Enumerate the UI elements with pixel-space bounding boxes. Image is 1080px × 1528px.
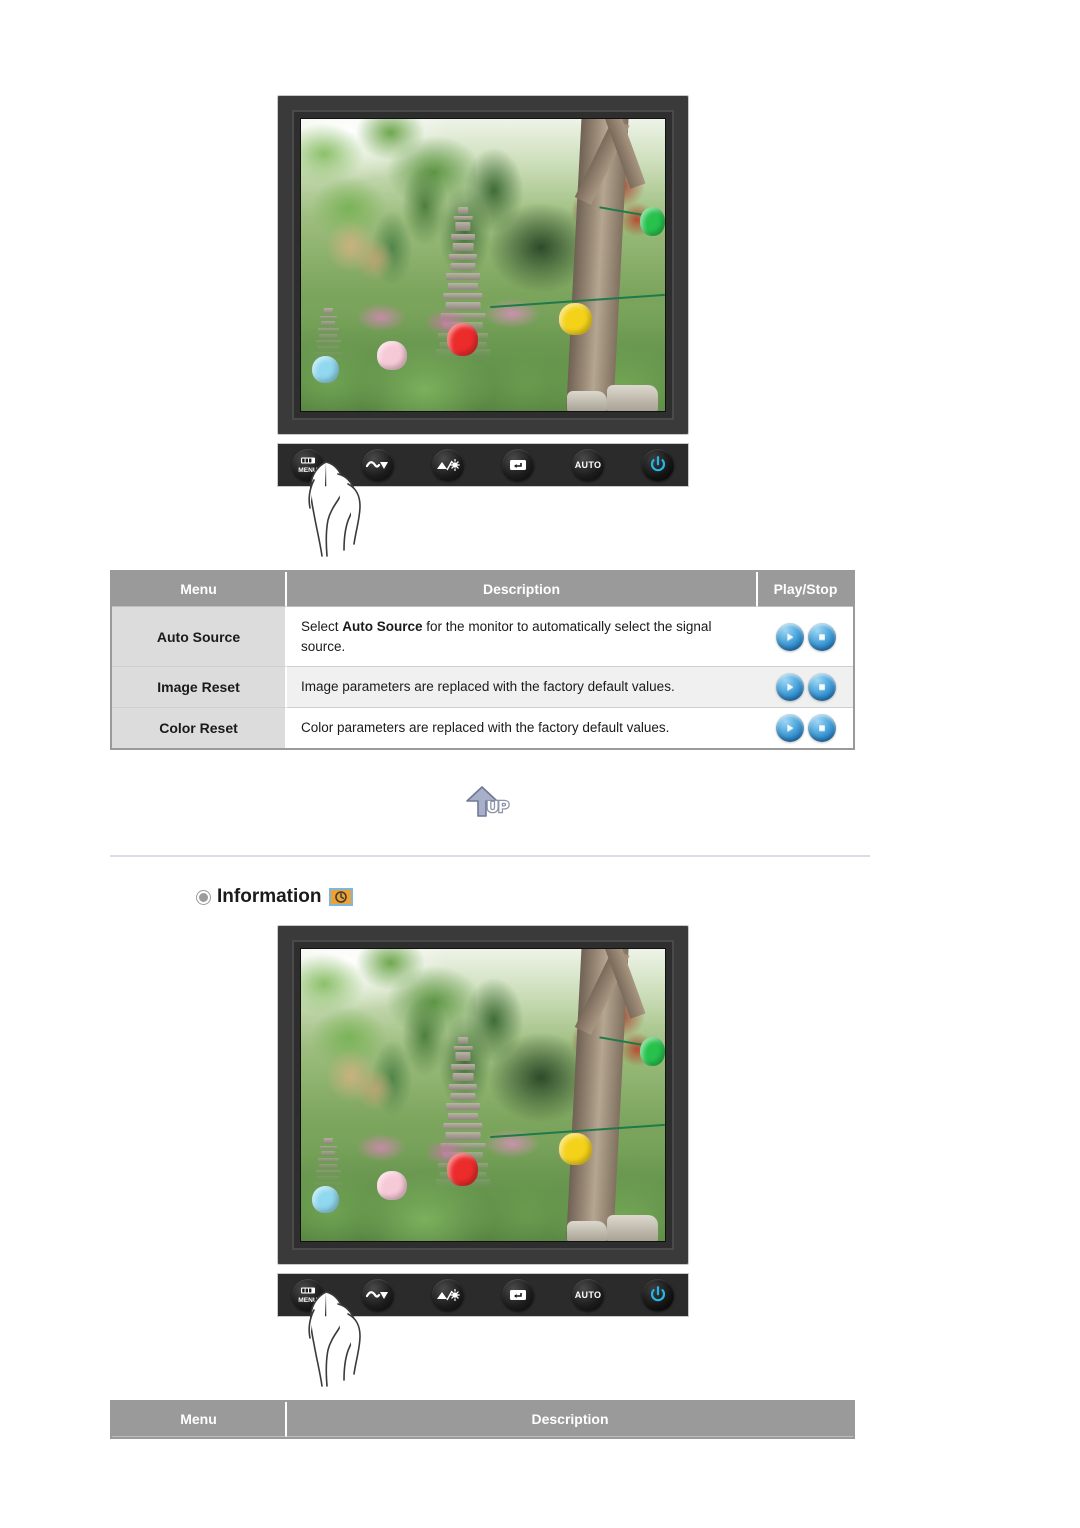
up-arrow-icon: UP <box>466 786 511 817</box>
play-button[interactable] <box>775 714 804 743</box>
power-icon <box>650 1286 666 1302</box>
enter-button[interactable] <box>502 1279 534 1311</box>
down-arrow-button[interactable] <box>362 1279 394 1311</box>
lantern-green <box>639 1036 665 1066</box>
stop-icon <box>818 684 825 690</box>
reset-functions-table: Menu Description Play/Stop Auto Source S… <box>110 570 855 751</box>
svg-text:MENU: MENU <box>298 1297 318 1304</box>
play-icon <box>786 683 793 691</box>
table-row: Color Reset Color parameters are replace… <box>112 708 853 749</box>
back-to-top-button[interactable]: UP <box>460 782 516 823</box>
col-header-playstop: Play/Stop <box>758 572 853 607</box>
table-row: Auto Source Select Auto Source for the m… <box>112 607 853 668</box>
monitor-control-bar-bottom: MENU AUTO <box>277 1273 689 1387</box>
monitor-control-bar-top: MENU AUTO <box>277 443 689 557</box>
brightness-button[interactable] <box>432 1279 464 1311</box>
power-icon <box>650 456 666 472</box>
play-button[interactable] <box>775 622 804 651</box>
lantern-red <box>446 1153 478 1186</box>
monitor-illustration-bottom: MENU AUTO <box>277 925 689 1387</box>
enter-icon <box>510 1290 526 1300</box>
lantern-yellow <box>559 302 593 336</box>
lantern-pink <box>377 1170 407 1201</box>
description-color-reset: Color parameters are replaced with the f… <box>287 708 758 749</box>
stop-button[interactable] <box>807 673 836 702</box>
menu-label-auto-source: Auto Source <box>112 607 287 668</box>
enter-button[interactable] <box>502 449 534 481</box>
menu-button[interactable]: MENU <box>292 449 324 481</box>
section-divider <box>110 855 870 857</box>
lantern-yellow <box>559 1132 593 1166</box>
auto-button-label: AUTO <box>574 1290 602 1300</box>
brightness-button[interactable] <box>432 449 464 481</box>
menu-button[interactable]: MENU <box>292 1279 324 1311</box>
lantern-green <box>639 206 665 236</box>
lantern-blue <box>311 1185 340 1214</box>
menu-label-color-reset: Color Reset <box>112 708 287 749</box>
monitor-illustration-top: MENU AUTO <box>277 95 689 557</box>
auto-button[interactable]: AUTO <box>572 1279 604 1311</box>
garden-photo <box>301 119 665 411</box>
stop-icon <box>818 633 825 640</box>
down-arrow-icon <box>366 1291 388 1299</box>
play-icon <box>786 724 793 732</box>
table-header-row: Menu Description Play/Stop <box>112 572 853 607</box>
power-button[interactable] <box>642 449 674 481</box>
lantern-blue <box>311 355 340 384</box>
desc-emphasis: Auto Source <box>342 619 423 634</box>
section-title: Information <box>217 886 322 907</box>
playstop-image-reset <box>758 667 853 709</box>
section-heading-information: Information <box>197 886 353 908</box>
garden-photo <box>301 949 665 1241</box>
lantern-red <box>446 323 478 356</box>
menu-label-image-reset: Image Reset <box>112 667 287 709</box>
brightness-icon <box>437 1288 460 1302</box>
col-header-menu: Menu <box>112 1402 287 1437</box>
monitor-bezel <box>277 95 689 435</box>
lantern-pink <box>377 340 407 371</box>
power-button[interactable] <box>642 1279 674 1311</box>
table-row: Image Reset Image parameters are replace… <box>112 667 853 709</box>
play-button[interactable] <box>775 673 804 702</box>
monitor-screen-photo <box>300 118 666 412</box>
auto-button-label: AUTO <box>574 460 602 470</box>
description-image-reset: Image parameters are replaced with the f… <box>287 667 758 709</box>
brightness-icon <box>437 458 460 472</box>
col-header-menu: Menu <box>112 572 287 607</box>
description-auto-source: Select Auto Source for the monitor to au… <box>287 607 758 668</box>
manual-page: MENU AUTO Menu Description Play/Stop Aut… <box>0 0 1080 1528</box>
playstop-auto-source <box>758 607 853 668</box>
svg-text:MENU: MENU <box>298 467 318 474</box>
stop-icon <box>818 725 825 731</box>
stop-button[interactable] <box>807 622 836 651</box>
playstop-color-reset <box>758 708 853 749</box>
down-arrow-button[interactable] <box>362 449 394 481</box>
monitor-bezel <box>277 925 689 1265</box>
stop-button[interactable] <box>807 714 836 743</box>
monitor-screen-frame <box>292 940 674 1250</box>
table-header-row: Menu Description <box>112 1402 853 1437</box>
enter-icon <box>510 460 526 470</box>
desc-pre: Select <box>301 619 343 634</box>
menu-icon: MENU <box>298 1287 318 1304</box>
col-header-description: Description <box>287 1402 853 1437</box>
col-header-description: Description <box>287 572 758 607</box>
monitor-screen-frame <box>292 110 674 420</box>
monitor-screen-photo <box>300 948 666 1242</box>
bullet-icon <box>197 890 210 904</box>
info-clock-icon <box>328 888 353 906</box>
auto-button[interactable]: AUTO <box>572 449 604 481</box>
menu-icon: MENU <box>298 457 318 474</box>
down-arrow-icon <box>366 461 388 469</box>
play-icon <box>786 632 793 641</box>
information-table: Menu Description <box>110 1400 855 1439</box>
up-label: UP <box>487 799 510 816</box>
